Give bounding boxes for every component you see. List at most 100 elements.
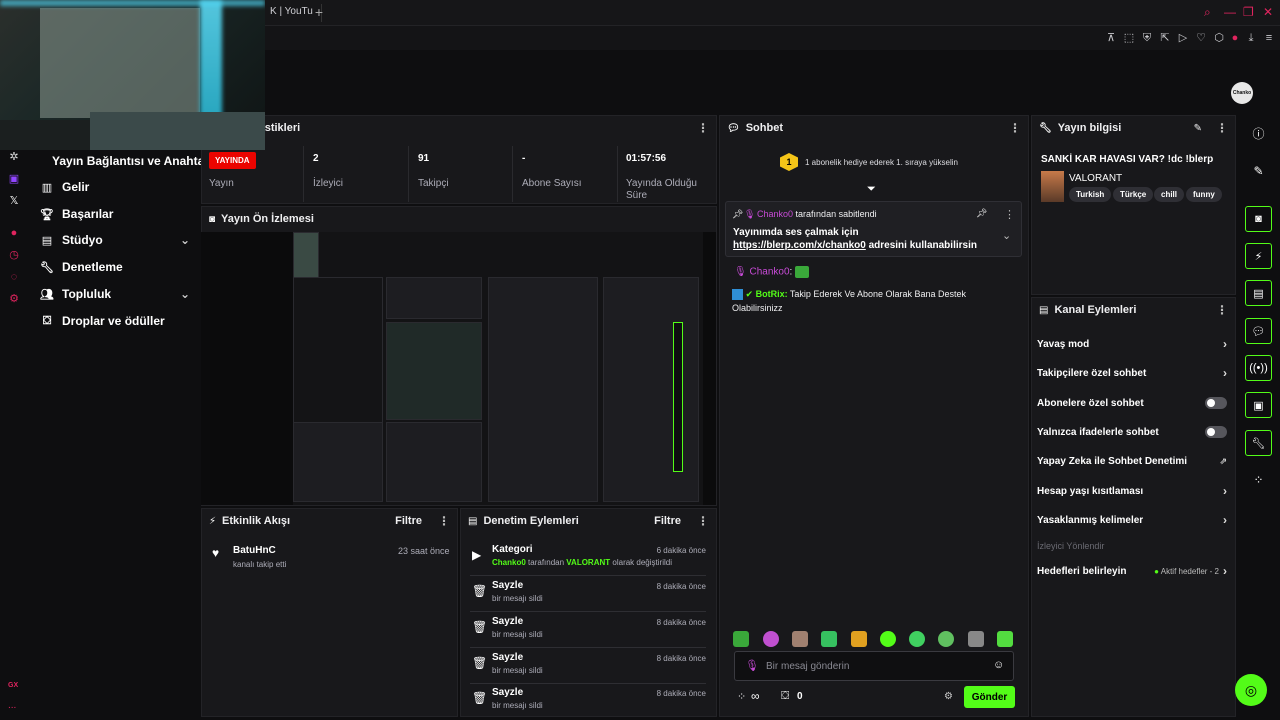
category-thumbnail[interactable] xyxy=(1041,171,1064,202)
search-icon[interactable]: ⌕ xyxy=(1204,5,1211,20)
kebab-icon[interactable]: ⋮ xyxy=(1216,303,1228,317)
stream-key-link[interactable]: Yayın Bağlantısı ve Anahtarı xyxy=(52,154,212,168)
info-icon[interactable]: ⓘ xyxy=(1245,120,1272,146)
download-icon[interactable]: ⤓ xyxy=(1244,31,1258,45)
shield-icon[interactable]: ⛨ xyxy=(1140,31,1154,45)
share-icon[interactable]: ⇱ xyxy=(1158,31,1172,45)
chat-username[interactable]: Chanko0 xyxy=(749,267,789,278)
nav-item-gelir[interactable]: ▥ Gelir xyxy=(40,177,190,197)
goals-row[interactable]: Hedefleri belirleyin ● Aktif hedefler - … xyxy=(1037,561,1227,581)
tag[interactable]: funny xyxy=(1186,187,1222,202)
emote[interactable] xyxy=(909,631,925,647)
extensions-icon[interactable]: ⬡ xyxy=(1212,31,1226,45)
pinned-user[interactable]: Chanko0 xyxy=(757,209,793,219)
emote[interactable] xyxy=(880,631,896,647)
chat-icon[interactable]: ◌ xyxy=(7,270,21,284)
chat-button[interactable]: 💬︎ xyxy=(1245,318,1272,344)
kebab-icon[interactable]: ⋮ xyxy=(697,121,709,135)
minimize-icon[interactable]: — xyxy=(1224,5,1236,19)
user-icon[interactable]: ● xyxy=(1228,31,1242,45)
chat-message: 🎙︎ Chanko0: xyxy=(734,266,810,278)
more-icon[interactable]: ... xyxy=(8,700,16,711)
nav-item-basarilar[interactable]: 🏆︎ Başarılar xyxy=(40,204,190,224)
mod-title[interactable]: Sayzle xyxy=(492,652,523,663)
kebab-icon[interactable]: ⋮ xyxy=(1004,208,1015,221)
emote[interactable] xyxy=(938,631,954,647)
document-button[interactable]: ▤ xyxy=(1245,280,1272,306)
emote-only-toggle[interactable] xyxy=(1205,426,1227,438)
ai-moderation-row[interactable]: Yapay Zeka ile Sohbet Denetimi ⇗ xyxy=(1037,451,1227,471)
kebab-icon[interactable]: ⋮ xyxy=(1009,121,1021,135)
gift-leaderboard-text[interactable]: 1 abonelik hediye ederek 1. sıraya yükse… xyxy=(805,158,958,167)
stream-preview[interactable] xyxy=(201,232,716,505)
nav-item-studyo[interactable]: ▤ Stüdyo ⌄ xyxy=(40,230,190,250)
pin-icon[interactable]: ⊼ xyxy=(1104,31,1118,45)
openai-icon[interactable]: ✲ xyxy=(7,150,21,164)
tag[interactable]: Turkish xyxy=(1069,187,1112,202)
pinned-link[interactable]: https://blerp.com/x/chanko0 xyxy=(733,240,866,251)
bolt-button[interactable]: ⚡︎ xyxy=(1245,243,1272,269)
tag[interactable]: chill xyxy=(1154,187,1185,202)
x-icon[interactable]: 𝕏 xyxy=(7,194,21,208)
emote[interactable] xyxy=(968,631,984,647)
new-tab-button[interactable]: + xyxy=(311,4,327,20)
nav-item-denetleme[interactable]: 🔧︎ Denetleme xyxy=(40,257,190,277)
event-username[interactable]: BatuHnC xyxy=(233,545,276,556)
kebab-icon[interactable]: ⋮ xyxy=(697,514,709,528)
music-icon[interactable]: ● xyxy=(7,226,21,240)
unpin-icon[interactable]: 📌︎ xyxy=(976,208,987,219)
settings-icon[interactable]: ⚙ xyxy=(944,691,953,702)
camera-button[interactable]: ◙ xyxy=(1245,206,1272,232)
filter-button[interactable]: Filtre xyxy=(654,515,681,527)
subscribers-only-toggle[interactable] xyxy=(1205,397,1227,409)
status-dot-icon: ● xyxy=(1154,566,1159,576)
twitch-icon[interactable]: ▣ xyxy=(7,172,21,186)
chat-username[interactable]: BotRix: xyxy=(756,289,788,299)
menu-icon[interactable]: ≡ xyxy=(1262,31,1276,45)
category-name[interactable]: VALORANT xyxy=(1069,173,1122,184)
points-icon[interactable]: ⁘ xyxy=(737,690,746,703)
banned-words-row[interactable]: Yasaklanmış kelimeler › xyxy=(1037,510,1227,530)
wrench-button[interactable]: 🔧︎ xyxy=(1245,430,1272,456)
collapse-icon[interactable]: ⏷ xyxy=(867,183,876,196)
kebab-icon[interactable]: ⋮ xyxy=(438,514,450,528)
support-button[interactable]: ◎ xyxy=(1235,674,1267,706)
followers-only-row[interactable]: Takipçilere özel sohbet › xyxy=(1037,363,1227,383)
avatar[interactable]: Chanko xyxy=(1231,82,1253,104)
mic-icon[interactable]: 🎙︎ xyxy=(745,659,759,672)
filter-button[interactable]: Filtre xyxy=(395,515,422,527)
emote[interactable] xyxy=(821,631,837,647)
slow-mode-row[interactable]: Yavaş mod › xyxy=(1037,334,1227,354)
emoji-icon[interactable]: ☺ xyxy=(993,659,1004,671)
mod-user[interactable]: Chanko0 xyxy=(492,558,526,567)
emote[interactable] xyxy=(997,631,1013,647)
play-icon[interactable]: ▷ xyxy=(1176,31,1190,45)
mod-title[interactable]: Sayzle xyxy=(492,687,523,698)
mod-game[interactable]: VALORANT xyxy=(566,558,610,567)
gift-icon[interactable]: ⛋ xyxy=(781,690,789,703)
edit-icon[interactable]: ✎ xyxy=(1245,158,1272,184)
mod-title[interactable]: Sayzle xyxy=(492,580,523,591)
clock-icon[interactable]: ◷ xyxy=(7,248,21,262)
channel-button[interactable]: ▣ xyxy=(1245,392,1272,418)
mod-title[interactable]: Sayzle xyxy=(492,616,523,627)
emote[interactable] xyxy=(851,631,867,647)
points-icon[interactable]: ⁘ xyxy=(1245,467,1272,493)
tag[interactable]: Türkçe xyxy=(1113,187,1154,202)
emote[interactable] xyxy=(792,631,808,647)
edit-icon[interactable]: ✎ xyxy=(1194,123,1202,134)
screenshot-icon[interactable]: ⬚ xyxy=(1122,31,1136,45)
close-icon[interactable]: ✕ xyxy=(1263,5,1273,19)
kebab-icon[interactable]: ⋮ xyxy=(1216,121,1228,135)
chevron-down-icon[interactable]: ⌄ xyxy=(1002,229,1011,242)
send-button[interactable]: Gönder xyxy=(964,686,1015,708)
broadcast-button[interactable]: ((•)) xyxy=(1245,355,1272,381)
account-age-row[interactable]: Hesap yaşı kısıtlaması › xyxy=(1037,481,1227,501)
emote[interactable] xyxy=(763,631,779,647)
maximize-icon[interactable]: ❐ xyxy=(1243,5,1254,19)
emote[interactable] xyxy=(733,631,749,647)
nav-item-droplar[interactable]: ⛋ Droplar ve ödüller xyxy=(40,311,190,331)
settings-icon[interactable]: ⚙ xyxy=(7,292,21,306)
nav-item-topluluk[interactable]: 👥︎ Topluluk ⌄ xyxy=(40,284,190,304)
heart-icon[interactable]: ♡ xyxy=(1194,31,1208,45)
